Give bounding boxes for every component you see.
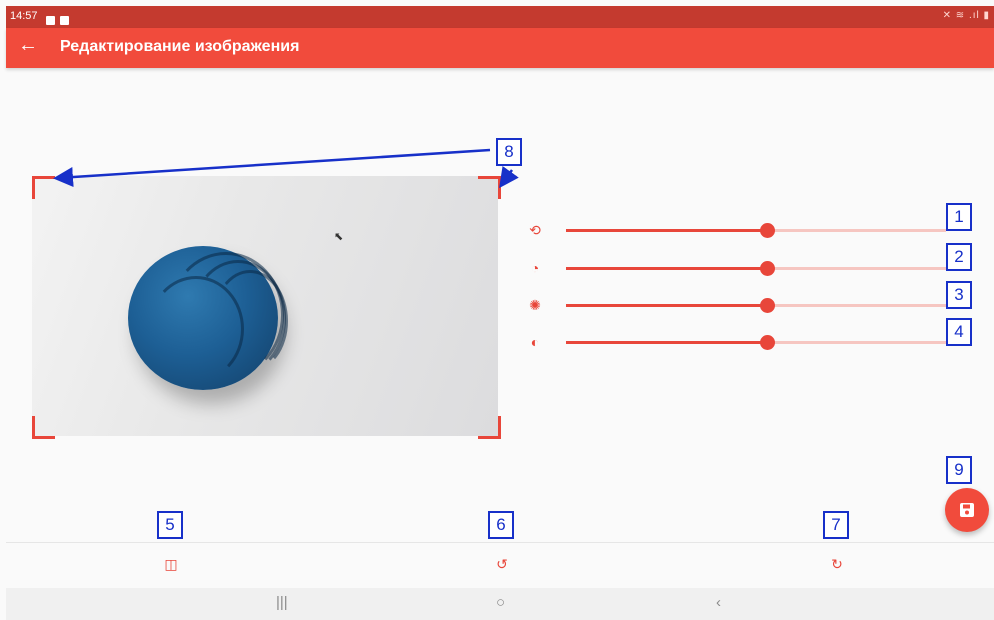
screen: 14:57 ✕ ≋ .ıl ▮ ← Редактирование изображ… (0, 0, 994, 620)
slider-track[interactable] (566, 223, 946, 238)
crop-rotate-icon: ⟲ (529, 222, 541, 238)
annotation-5: 5 (157, 511, 183, 539)
slider-color: ◔ (526, 258, 946, 278)
slider-brightness: ✺ (526, 295, 946, 315)
slider-track[interactable] (566, 335, 946, 350)
annotation-1: 1 (946, 203, 972, 231)
slider-rotation: ⟲ (526, 220, 946, 240)
slider-fill (566, 267, 768, 270)
slider-thumb[interactable] (760, 223, 776, 238)
system-nav-bar: ||| ○ ‹ (6, 588, 994, 620)
slider-thumb[interactable] (760, 298, 776, 313)
slider-fill (566, 229, 768, 232)
annotation-9: 9 (946, 456, 972, 484)
annotation-3: 3 (946, 281, 972, 309)
annotation-4: 4 (946, 318, 972, 346)
slider-track[interactable] (566, 261, 946, 276)
nav-back-icon[interactable]: ‹ (716, 594, 721, 611)
brightness-icon: ✺ (529, 297, 541, 313)
arrow-to-top-right-corner (499, 165, 519, 189)
slider-track[interactable] (566, 298, 946, 313)
annotation-8: 8 (496, 138, 522, 166)
flip-icon: ◫ (164, 556, 178, 572)
palette-icon: ◔ (530, 260, 540, 276)
rotate-left-button[interactable]: ↺ (491, 553, 513, 575)
rotate-right-icon: ↻ (831, 556, 843, 572)
slider-contrast: ◐ (526, 332, 946, 352)
save-button[interactable] (945, 488, 989, 532)
contrast-icon: ◐ (530, 334, 540, 350)
save-icon (960, 503, 974, 517)
slider-fill (566, 341, 768, 344)
toolbar-divider (6, 542, 994, 543)
home-icon[interactable]: ○ (496, 594, 505, 611)
annotation-6: 6 (488, 511, 514, 539)
slider-thumb[interactable] (760, 335, 776, 350)
flip-button[interactable]: ◫ (160, 553, 182, 575)
annotation-2: 2 (946, 243, 972, 271)
slider-fill (566, 304, 768, 307)
annotation-7: 7 (823, 511, 849, 539)
rotate-right-button[interactable]: ↻ (826, 553, 848, 575)
recents-icon[interactable]: ||| (276, 594, 288, 611)
arrow-to-top-left-corner (53, 148, 491, 188)
rotate-left-icon: ↺ (496, 556, 508, 572)
slider-thumb[interactable] (760, 261, 776, 276)
